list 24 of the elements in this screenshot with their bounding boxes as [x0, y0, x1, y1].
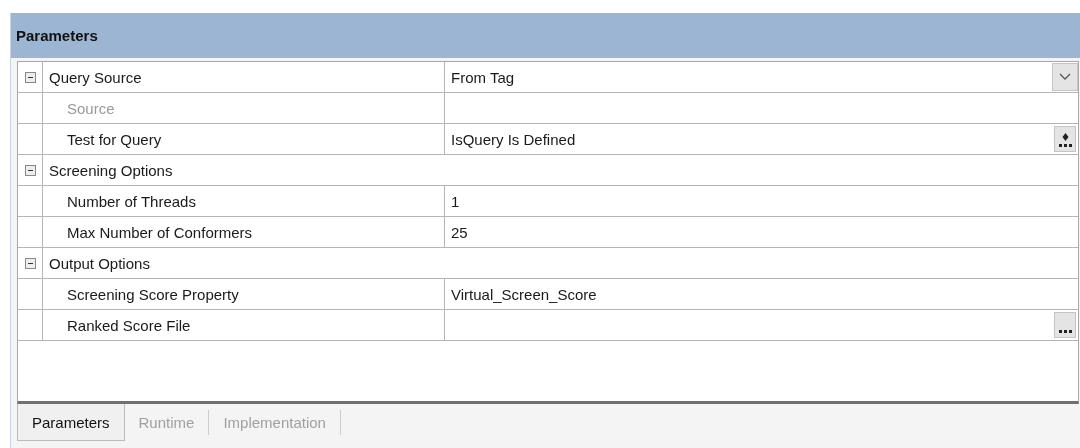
tab[interactable]: Parameters: [17, 404, 125, 441]
collapse-icon[interactable]: [24, 164, 36, 176]
ellipsis-icon: [1058, 330, 1072, 333]
property-value[interactable]: 25: [451, 223, 468, 241]
picker-button[interactable]: [1054, 126, 1076, 152]
property-label: Source: [43, 93, 445, 123]
property-label: Ranked Score File: [43, 310, 445, 340]
chevron-down-icon: [1059, 73, 1071, 81]
diamond-dots-icon: [1058, 133, 1072, 147]
property-label: Test for Query: [43, 124, 445, 154]
property-label: Screening Score Property: [43, 279, 445, 309]
property-label: Number of Threads: [43, 186, 445, 216]
collapse-icon[interactable]: [24, 257, 36, 269]
property-value[interactable]: Virtual_Screen_Score: [451, 285, 597, 303]
group-label: Query Source: [43, 62, 445, 92]
collapse-icon[interactable]: [24, 71, 36, 83]
group-label: Screening Options: [48, 160, 174, 181]
property-value[interactable]: From Tag: [451, 68, 515, 86]
panel-title: Parameters: [16, 27, 98, 44]
property-value[interactable]: IsQuery Is Defined: [451, 130, 576, 148]
browse-button[interactable]: [1054, 312, 1076, 338]
property-value[interactable]: 1: [451, 192, 460, 210]
property-label: Max Number of Conformers: [43, 217, 445, 247]
group-label: Output Options: [48, 253, 151, 274]
